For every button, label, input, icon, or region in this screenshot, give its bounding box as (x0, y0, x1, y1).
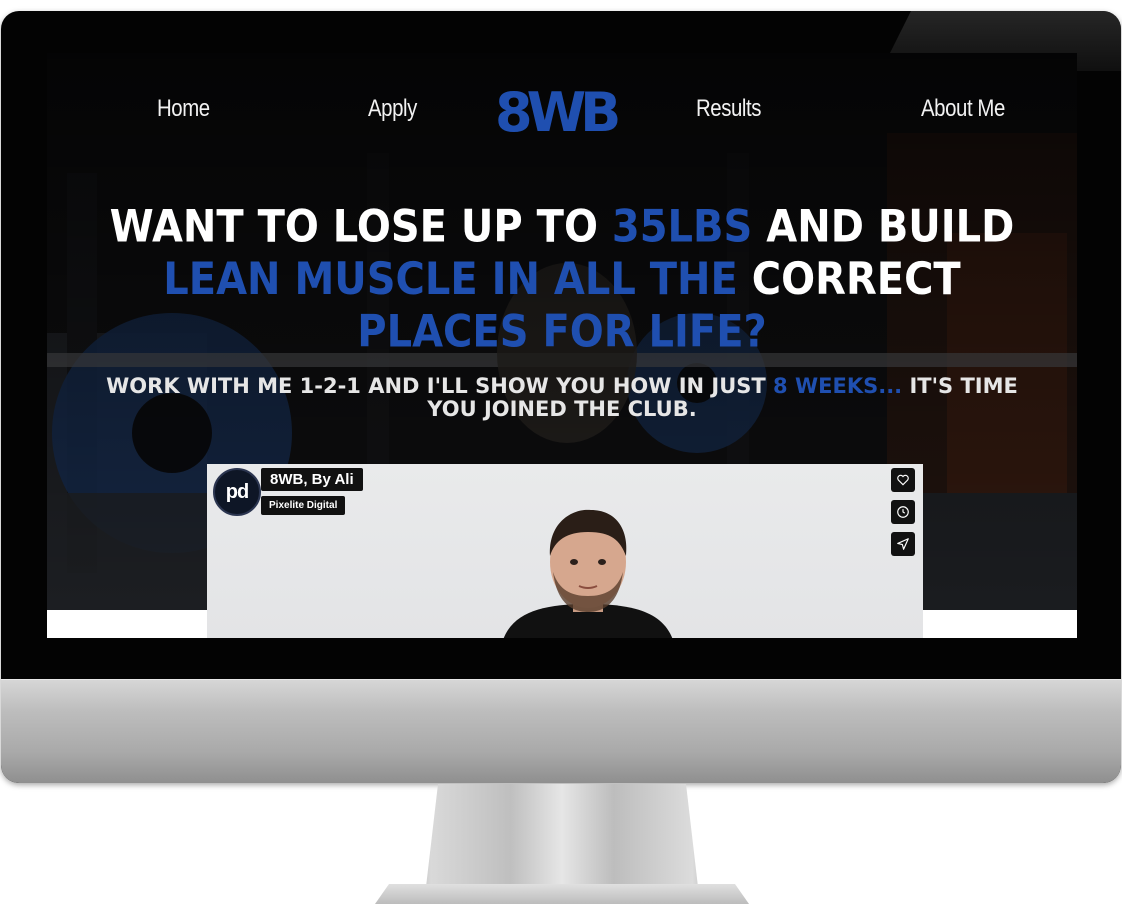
main-nav: Home Apply 8WB Results About Me (47, 53, 1077, 163)
nav-about-me[interactable]: About Me (921, 95, 1005, 123)
channel-avatar-text: pd (225, 480, 249, 503)
hero-headline: WANT TO LOSE UP TO 35LBS AND BUILD LEAN … (107, 201, 1017, 359)
video-title[interactable]: 8WB, By Ali (261, 468, 363, 491)
hero-subheadline: WORK WITH ME 1-2-1 AND I'LL SHOW YOU HOW… (97, 375, 1027, 421)
website-screen: Home Apply 8WB Results About Me WANT TO … (47, 53, 1077, 638)
nav-apply[interactable]: Apply (368, 95, 417, 123)
headline-text: CORRECT (751, 253, 961, 306)
like-button[interactable] (891, 468, 915, 492)
video-person-thumbnail (503, 509, 673, 638)
headline-highlight: 35LBS (611, 201, 753, 253)
brand-logo[interactable]: 8WB (493, 79, 623, 139)
channel-avatar[interactable]: pd (213, 468, 261, 516)
monitor-chin (1, 679, 1121, 783)
headline-highlight: LEAN MUSCLE IN ALL THE (163, 253, 752, 306)
share-button[interactable] (891, 532, 915, 556)
send-icon (897, 538, 909, 550)
nav-results[interactable]: Results (696, 95, 761, 123)
monitor-stand-base (375, 884, 749, 904)
headline-highlight: PLACES FOR LIFE? (357, 306, 767, 358)
headline-text: AND BUILD (752, 201, 1015, 253)
brand-logo-text: 8WB (495, 81, 618, 139)
subline-highlight: 8 WEEKS... (773, 374, 903, 398)
subline-text: WORK WITH ME 1-2-1 AND I'LL SHOW YOU HOW… (106, 374, 774, 398)
video-channel-name[interactable]: Pixelite Digital (261, 496, 346, 515)
nav-home[interactable]: Home (157, 95, 210, 123)
headline-text: WANT TO LOSE UP TO (109, 201, 612, 253)
clock-icon (897, 506, 909, 518)
watch-later-button[interactable] (891, 500, 915, 524)
heart-icon (897, 474, 909, 486)
video-player[interactable]: pd 8WB, By Ali Pixelite Digital (207, 464, 923, 638)
